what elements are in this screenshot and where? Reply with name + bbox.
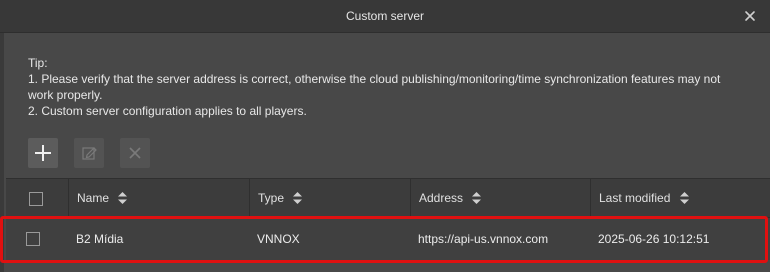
column-header-address[interactable]: Address (410, 179, 590, 218)
dialog-title: Custom server (345, 9, 425, 23)
column-name-label: Name (77, 191, 110, 205)
row-last-modified: 2025-06-26 10:12:51 (598, 232, 710, 246)
row-address: https://api-us.vnnox.com (418, 232, 549, 246)
plus-icon (35, 145, 51, 161)
tip-line-2: 2. Custom server configuration applies t… (28, 104, 307, 118)
table-row[interactable]: B2 Mídia VNNOX https://api-us.vnnox.com … (6, 218, 770, 260)
close-icon (745, 11, 755, 21)
delete-button[interactable] (120, 138, 150, 168)
dialog-titlebar: Custom server (0, 0, 770, 33)
header-select-all (6, 179, 68, 218)
edit-icon (82, 147, 97, 160)
column-header-name[interactable]: Name (68, 179, 249, 218)
sort-icon (118, 191, 128, 204)
column-header-last-modified[interactable]: Last modified (590, 179, 770, 218)
sort-icon (472, 191, 482, 204)
close-icon (129, 147, 141, 159)
custom-server-dialog: Custom server Tip: 1. Please verify that… (0, 0, 770, 272)
column-header-type[interactable]: Type (249, 179, 410, 218)
tip-text: Tip: 1. Please verify that the server ad… (28, 55, 748, 119)
column-type-label: Type (258, 191, 285, 205)
sort-icon (679, 191, 689, 204)
add-button[interactable] (28, 138, 58, 168)
server-table: Name Type Address Last modified B2 Mídia… (6, 178, 770, 260)
close-button[interactable] (742, 8, 758, 24)
select-all-checkbox[interactable] (29, 192, 43, 206)
table-header: Name Type Address Last modified (6, 178, 770, 218)
edit-button[interactable] (74, 138, 104, 168)
column-address-label: Address (419, 191, 464, 205)
tip-line-1-continued: work properly. (28, 88, 103, 102)
row-type: VNNOX (257, 232, 300, 246)
tip-heading: Tip: (28, 56, 48, 70)
dialog-left-edge (0, 33, 4, 272)
column-last-modified-label: Last modified (599, 191, 671, 205)
row-checkbox[interactable] (26, 232, 40, 246)
row-name: B2 Mídia (76, 232, 124, 246)
tip-line-1: 1. Please verify that the server address… (28, 72, 721, 86)
sort-icon (293, 191, 303, 204)
